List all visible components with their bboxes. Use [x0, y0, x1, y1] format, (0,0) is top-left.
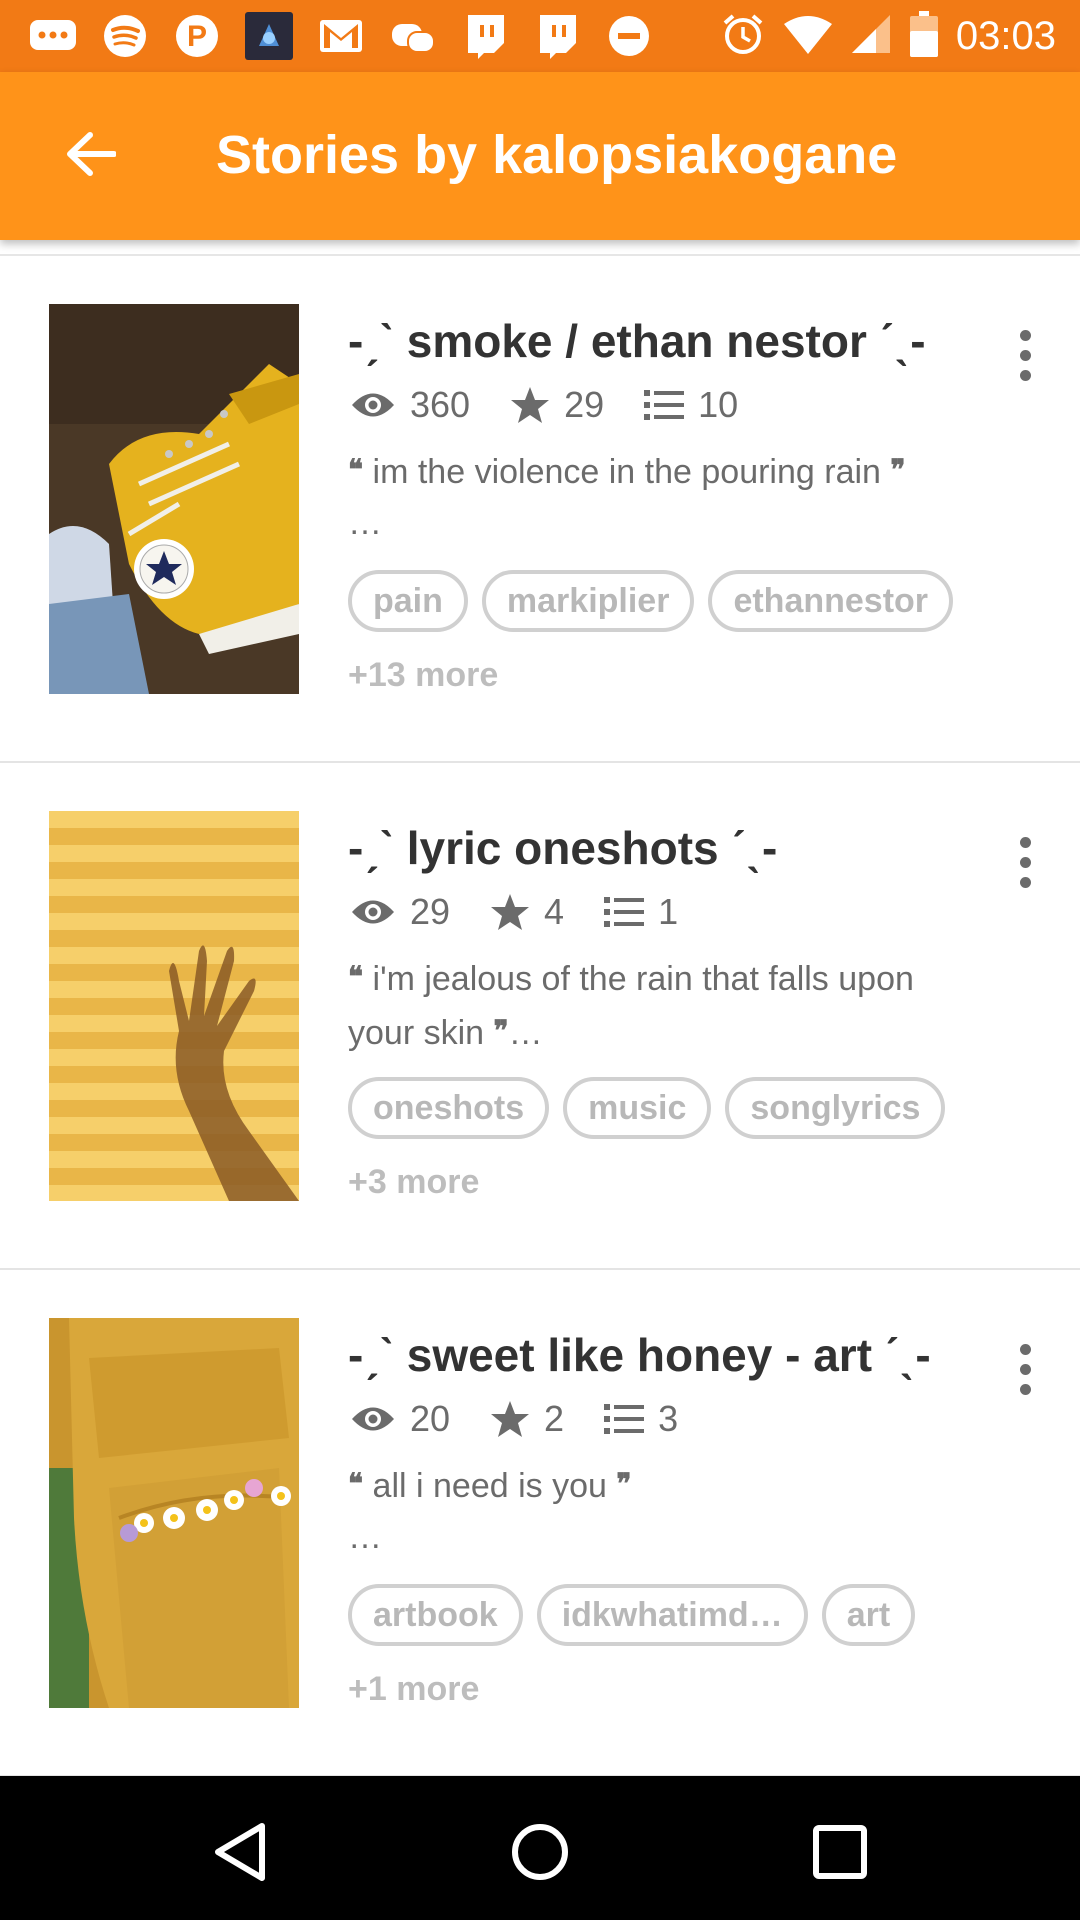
nav-recents-button[interactable] [800, 1812, 880, 1892]
open-quote-icon: ❝ [348, 1467, 364, 1500]
read-count: 20 [410, 1398, 451, 1439]
eye-icon [352, 900, 394, 924]
more-tags-link[interactable]: +3 more [348, 1163, 479, 1202]
twitch-icon [532, 13, 582, 59]
tag-list: artbook idkwhatimd… art [348, 1584, 916, 1646]
story-description: ❝ i'm jealous of the rain that falls upo… [348, 960, 914, 1052]
tag-chip[interactable]: oneshots [348, 1077, 550, 1139]
tag-chip[interactable]: music [563, 1077, 712, 1139]
tag-chip[interactable]: artbook [348, 1584, 523, 1646]
story-list: -ˏˋ smoke / ethan nestor ˊˎ- 360 29 10 ❝… [0, 254, 1080, 1777]
notification-icons: P [28, 12, 654, 60]
story-item[interactable]: -ˏˋ lyric oneshots ˊˎ- 29 4 1 ❝ i'm jeal… [0, 763, 1080, 1270]
battery-icon [909, 10, 938, 62]
nav-home-button[interactable] [500, 1812, 580, 1892]
star-icon [491, 894, 530, 930]
navigation-bar [0, 1776, 1080, 1920]
tag-chip[interactable]: pain [348, 570, 468, 632]
square-recents-icon [813, 1825, 867, 1879]
gmail-icon [316, 13, 366, 59]
page-title: Stories by kalopsiakogane [216, 125, 898, 185]
clock: 03:03 [955, 13, 1056, 58]
alarm-icon [720, 11, 766, 62]
tag-list: pain markiplier ethannestor [348, 570, 954, 632]
story-title[interactable]: -ˏˋ sweet like honey - art ˊˎ- [348, 1328, 931, 1382]
gamepad-icon [388, 13, 438, 59]
list-icon [644, 390, 685, 420]
app-thumbnail-icon [244, 12, 294, 60]
close-quote-icon: ❞ [493, 1014, 509, 1047]
list-icon [604, 1404, 645, 1434]
story-stats: 360 29 10 [350, 382, 778, 428]
more-tags-link[interactable]: +1 more [348, 1670, 479, 1709]
story-item[interactable]: -ˏˋ sweet like honey - art ˊˎ- 20 2 3 ❝ … [0, 1270, 1080, 1777]
eye-icon [352, 1407, 394, 1431]
part-count: 3 [658, 1398, 679, 1439]
svg-text:P: P [187, 20, 207, 53]
more-options-button[interactable] [1000, 827, 1050, 897]
read-count: 360 [410, 384, 471, 425]
do-not-disturb-icon [604, 13, 654, 59]
story-description: ❝ im the violence in the pouring rain ❞ … [348, 453, 906, 542]
more-tags-link[interactable]: +13 more [348, 656, 498, 695]
pinterest-icon: P [172, 13, 222, 59]
story-cover-image[interactable] [49, 304, 299, 694]
open-quote-icon: ❝ [348, 453, 364, 486]
chat-bubble-icon [28, 13, 78, 59]
part-count: 1 [658, 891, 679, 932]
more-options-button[interactable] [1000, 1334, 1050, 1404]
story-cover-image[interactable] [49, 1318, 299, 1708]
status-bar: P 03:03 [0, 0, 1080, 72]
open-quote-icon: ❝ [348, 960, 364, 993]
star-icon [511, 387, 550, 423]
vote-count: 4 [544, 891, 565, 932]
story-description: ❝ all i need is you ❞ … [348, 1467, 632, 1556]
close-quote-icon: ❞ [890, 453, 906, 486]
spotify-icon [100, 13, 150, 59]
read-count: 29 [410, 891, 451, 932]
story-title[interactable]: -ˏˋ smoke / ethan nestor ˊˎ- [348, 314, 926, 368]
vote-count: 2 [544, 1398, 565, 1439]
more-options-button[interactable] [1000, 320, 1050, 390]
eye-icon [352, 393, 394, 417]
story-item[interactable]: -ˏˋ smoke / ethan nestor ˊˎ- 360 29 10 ❝… [0, 256, 1080, 763]
tag-chip[interactable]: art [821, 1584, 916, 1646]
star-icon [491, 1401, 530, 1437]
vote-count: 29 [564, 384, 605, 425]
part-count: 10 [698, 384, 739, 425]
list-icon [604, 897, 645, 927]
back-button[interactable] [48, 112, 132, 196]
arrow-left-icon [67, 132, 116, 176]
close-quote-icon: ❞ [616, 1467, 632, 1500]
tag-chip[interactable]: ethannestor [708, 570, 954, 632]
app-bar: Stories by kalopsiakogane [0, 72, 1080, 240]
tag-chip[interactable]: songlyrics [725, 1077, 946, 1139]
nav-back-button[interactable] [200, 1812, 280, 1892]
story-cover-image[interactable] [49, 811, 299, 1201]
tag-chip[interactable]: markiplier [481, 570, 695, 632]
story-stats: 29 4 1 [350, 889, 718, 935]
triangle-back-icon [215, 1823, 265, 1881]
signal-icon [850, 13, 892, 60]
story-stats: 20 2 3 [350, 1396, 718, 1442]
circle-home-icon [512, 1824, 568, 1880]
tag-chip[interactable]: idkwhatimd… [536, 1584, 808, 1646]
story-title[interactable]: -ˏˋ lyric oneshots ˊˎ- [348, 821, 777, 875]
twitch-icon [460, 13, 510, 59]
wifi-icon [783, 14, 832, 59]
tag-list: oneshots music songlyrics [348, 1077, 946, 1139]
